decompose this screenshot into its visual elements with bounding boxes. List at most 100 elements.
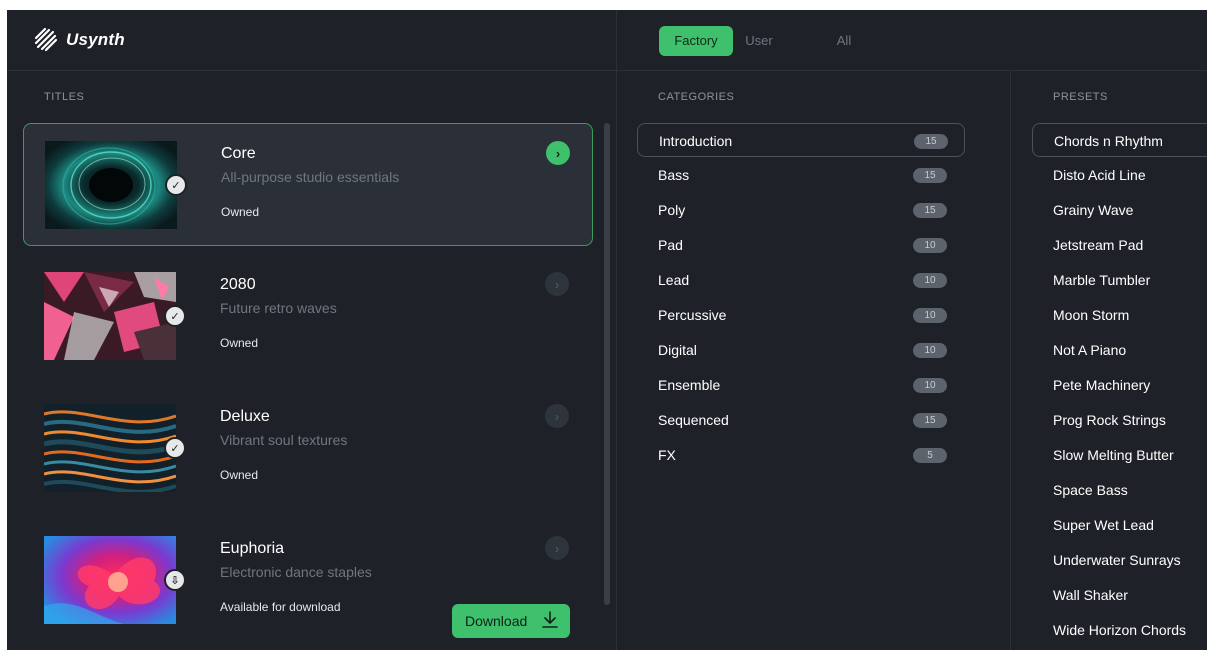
- title-subtitle: All-purpose studio essentials: [221, 169, 400, 185]
- title-card-euphoria[interactable]: ⇩ Euphoria Electronic dance staples Avai…: [23, 519, 593, 642]
- category-label: Bass: [658, 167, 690, 183]
- category-poly[interactable]: Poly 15: [637, 193, 965, 227]
- category-label: Poly: [658, 202, 686, 218]
- title-status: Owned: [220, 468, 259, 482]
- preset-item[interactable]: Grainy Wave: [1032, 193, 1207, 227]
- category-percussive[interactable]: Percussive 10: [637, 298, 965, 332]
- preset-item[interactable]: Prog Rock Strings: [1032, 403, 1207, 437]
- preset-label: Wide Horizon Chords: [1053, 622, 1187, 638]
- usynth-logo-icon: [34, 27, 58, 52]
- title-name: Deluxe: [220, 408, 270, 425]
- category-lead[interactable]: Lead 10: [637, 263, 965, 297]
- category-count-badge: 15: [914, 134, 948, 149]
- panel-divider: [1010, 71, 1011, 650]
- preset-label: Disto Acid Line: [1053, 167, 1146, 183]
- title-subtitle: Electronic dance staples: [220, 564, 372, 580]
- download-button-label: Download: [465, 613, 528, 629]
- category-count-badge: 5: [913, 448, 947, 463]
- preset-label: Pete Machinery: [1053, 377, 1151, 393]
- preset-item[interactable]: Marble Tumbler: [1032, 263, 1207, 297]
- category-sequenced[interactable]: Sequenced 15: [637, 403, 965, 437]
- preset-item[interactable]: Moon Storm: [1032, 298, 1207, 332]
- open-title-arrow-icon[interactable]: ›: [546, 141, 570, 165]
- preset-label: Slow Melting Butter: [1053, 447, 1174, 463]
- preset-item[interactable]: Wide Horizon Chords: [1032, 613, 1207, 647]
- category-ensemble[interactable]: Ensemble 10: [637, 368, 965, 402]
- category-pad[interactable]: Pad 10: [637, 228, 965, 262]
- owned-check-icon: ✓: [164, 437, 186, 459]
- category-label: Sequenced: [658, 412, 729, 428]
- category-label: Digital: [658, 342, 697, 358]
- preset-label: Super Wet Lead: [1053, 517, 1154, 533]
- title-card-2080[interactable]: ✓ 2080 Future retro waves Owned ›: [23, 255, 593, 378]
- category-label: Ensemble: [658, 377, 721, 393]
- preset-item[interactable]: Slow Melting Butter: [1032, 438, 1207, 472]
- titles-panel: Usynth TITLES ✓ Core All-purpose studio …: [7, 10, 616, 650]
- category-count-badge: 10: [913, 273, 947, 288]
- app-name: Usynth: [66, 30, 125, 49]
- preset-item[interactable]: Underwater Sunrays: [1032, 543, 1207, 577]
- presets-section-label: PRESETS: [1053, 91, 1108, 103]
- tab-all[interactable]: All: [829, 26, 859, 56]
- preset-item[interactable]: Wall Shaker: [1032, 578, 1207, 612]
- euphoria-thumbnail: [44, 536, 176, 624]
- preset-label: Prog Rock Strings: [1053, 412, 1166, 428]
- preset-item[interactable]: Space Bass: [1032, 473, 1207, 507]
- categories-section-label: CATEGORIES: [658, 91, 735, 103]
- title-card-deluxe[interactable]: ✓ Deluxe Vibrant soul textures Owned ›: [23, 387, 593, 510]
- deluxe-thumbnail: [44, 404, 176, 492]
- tab-factory[interactable]: Factory: [659, 26, 733, 56]
- preset-label: Grainy Wave: [1053, 202, 1134, 218]
- cloud-download-icon: ⇩: [164, 569, 186, 591]
- category-fx[interactable]: FX 5: [637, 438, 965, 472]
- preset-label: Jetstream Pad: [1053, 237, 1144, 253]
- open-title-arrow-icon[interactable]: ›: [545, 404, 569, 428]
- category-count-badge: 10: [913, 343, 947, 358]
- title-name: 2080: [220, 276, 256, 293]
- title-status: Owned: [220, 336, 259, 350]
- category-introduction[interactable]: Introduction 15: [637, 123, 965, 157]
- titles-section-label: TITLES: [44, 91, 85, 103]
- preset-label: Marble Tumbler: [1053, 272, 1151, 288]
- title-status: Owned: [221, 205, 260, 219]
- title-subtitle: Future retro waves: [220, 300, 337, 316]
- category-count-badge: 10: [913, 378, 947, 393]
- 2080-thumbnail: [44, 272, 176, 360]
- category-label: Pad: [658, 237, 683, 253]
- owned-check-icon: ✓: [164, 305, 186, 327]
- preset-item[interactable]: Disto Acid Line: [1032, 158, 1207, 192]
- category-count-badge: 10: [913, 308, 947, 323]
- category-label: Introduction: [659, 133, 733, 149]
- preset-label: Underwater Sunrays: [1053, 552, 1181, 568]
- open-title-arrow-icon[interactable]: ›: [545, 536, 569, 560]
- category-label: Lead: [658, 272, 690, 288]
- download-icon: [542, 611, 558, 628]
- title-subtitle: Vibrant soul textures: [220, 432, 348, 448]
- title-card-core[interactable]: ✓ Core All-purpose studio essentials Own…: [23, 123, 593, 246]
- logo-bar: Usynth: [7, 10, 616, 71]
- category-digital[interactable]: Digital 10: [637, 333, 965, 367]
- tab-user[interactable]: User: [737, 26, 781, 56]
- title-name: Euphoria: [220, 540, 285, 557]
- title-name: Core: [221, 145, 256, 162]
- title-status: Available for download: [220, 600, 341, 614]
- preset-item[interactable]: Jetstream Pad: [1032, 228, 1207, 262]
- category-count-badge: 15: [913, 413, 947, 428]
- category-label: Percussive: [658, 307, 727, 323]
- preset-label: Not A Piano: [1053, 342, 1127, 358]
- open-title-arrow-icon[interactable]: ›: [545, 272, 569, 296]
- preset-item[interactable]: Chords n Rhythm: [1032, 123, 1207, 157]
- titles-scrollbar[interactable]: [604, 123, 610, 605]
- panel-divider: [616, 10, 617, 650]
- preset-label: Moon Storm: [1053, 307, 1130, 323]
- category-bass[interactable]: Bass 15: [637, 158, 965, 192]
- core-thumbnail: [45, 141, 177, 229]
- preset-item[interactable]: Super Wet Lead: [1032, 508, 1207, 542]
- download-button[interactable]: Download: [452, 604, 570, 638]
- preset-label: Wall Shaker: [1053, 587, 1128, 603]
- owned-check-icon: ✓: [165, 174, 187, 196]
- usynth-window: Usynth TITLES ✓ Core All-purpose studio …: [7, 10, 1207, 650]
- preset-item[interactable]: Pete Machinery: [1032, 368, 1207, 402]
- preset-label: Chords n Rhythm: [1054, 133, 1163, 149]
- preset-item[interactable]: Not A Piano: [1032, 333, 1207, 367]
